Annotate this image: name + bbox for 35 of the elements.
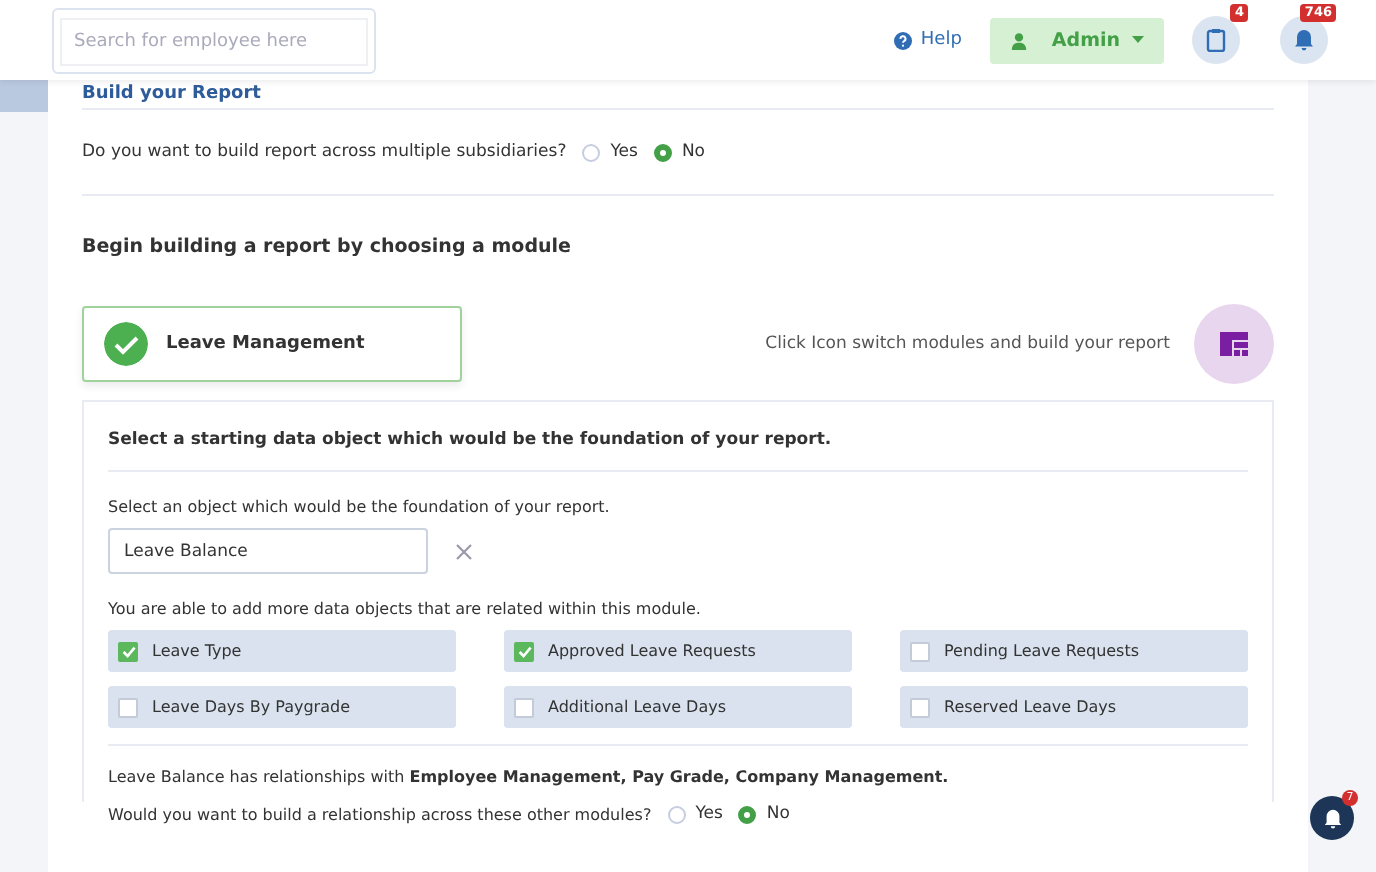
- radio-option[interactable]: Yes: [582, 142, 638, 162]
- notifications-button[interactable]: [1280, 16, 1328, 64]
- caret-icon: [1132, 36, 1144, 44]
- relationships-text: Leave Balance has relationships with Employee Management, Pay Grade, Company Management.: [108, 768, 951, 786]
- hint-text: Click Icon switch modules and build your report: [765, 334, 1170, 354]
- help-icon: [894, 31, 913, 49]
- field-label: Select an object which would be the foundation of your report.: [108, 498, 612, 516]
- radio-option[interactable]: No: [738, 804, 790, 824]
- user-icon: [1009, 31, 1028, 49]
- info-text: You are able to add more data objects that are related within this module.: [108, 600, 703, 618]
- help-link[interactable]: Help: [894, 30, 962, 50]
- object-field[interactable]: Leave Balance: [108, 528, 428, 574]
- section-heading: Begin building a report by choosing a module: [82, 236, 573, 258]
- chat-button[interactable]: [1310, 796, 1354, 840]
- search-field[interactable]: Search for employee here: [52, 7, 376, 73]
- layout-icon: [1220, 332, 1248, 356]
- panel-title: Select a starting data object which would be the foundation of your report.: [108, 428, 834, 454]
- switch-module-button[interactable]: [1194, 304, 1274, 384]
- clipboard-icon: [1206, 28, 1226, 52]
- bell-icon: [1292, 28, 1316, 52]
- clear-icon[interactable]: [456, 543, 472, 559]
- module-card[interactable]: Leave Management: [82, 306, 462, 382]
- object-checkbox[interactable]: Leave Days By Paygrade: [108, 686, 456, 728]
- question-text: Do you want to build report across multiple subsidiaries?: [82, 142, 567, 162]
- tasks-button[interactable]: [1192, 16, 1240, 64]
- object-checkbox[interactable]: Pending Leave Requests: [900, 630, 1248, 672]
- object-checkbox[interactable]: Leave Type: [108, 630, 456, 672]
- object-checkbox[interactable]: Additional Leave Days: [504, 686, 852, 728]
- radio-option[interactable]: Yes: [667, 804, 723, 824]
- question-text: Would you want to build a relationship across these other modules?: [108, 805, 652, 823]
- radio-option[interactable]: No: [653, 142, 706, 162]
- object-checkbox[interactable]: Reserved Leave Days: [900, 686, 1248, 728]
- object-checkbox[interactable]: Approved Leave Requests: [504, 630, 852, 672]
- section-title: Build your Report: [82, 84, 263, 108]
- bell-icon: [1321, 807, 1343, 829]
